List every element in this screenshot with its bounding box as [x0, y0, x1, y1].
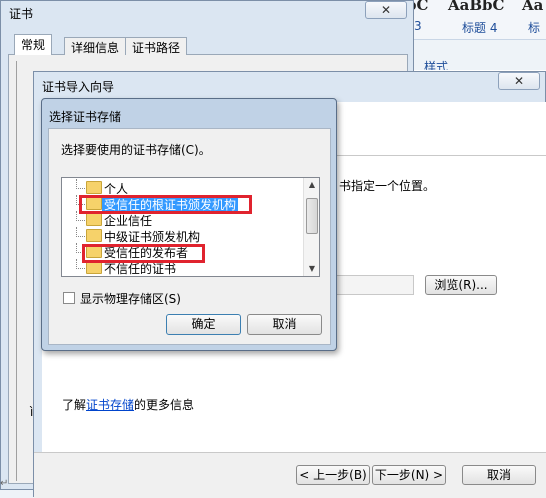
learn-prefix: 了解	[62, 398, 87, 412]
scroll-down-icon[interactable]: ▼	[304, 262, 319, 276]
dialog-prompt: 选择要使用的证书存储(C)。	[61, 143, 211, 157]
close-button[interactable]: ✕	[365, 1, 407, 19]
folder-icon	[86, 229, 102, 242]
tree-item[interactable]: 个人	[62, 179, 300, 196]
tab-cert-path[interactable]: 证书路径	[125, 37, 188, 55]
cert-store-link[interactable]: 证书存储	[86, 398, 134, 412]
back-button[interactable]: < 上一步(B)	[296, 465, 370, 485]
scroll-thumb[interactable]	[306, 198, 318, 234]
window-title: 证书	[9, 7, 34, 21]
return-mark-icon: ↵	[0, 478, 9, 489]
annotation-highlight	[82, 244, 205, 263]
style-name[interactable]: 标	[528, 19, 540, 36]
cancel-button[interactable]: 取消	[247, 314, 322, 335]
tab-details[interactable]: 详细信息	[64, 37, 127, 55]
dialog-body: 选择要使用的证书存储(C)。 个人 受信任的根证书颁发机构 企业信任 中级证书颁…	[48, 128, 331, 345]
style-name[interactable]: 标题 4	[462, 19, 497, 36]
tab-general[interactable]: 常规	[14, 34, 53, 55]
select-store-dialog: 选择证书存储 选择要使用的证书存储(C)。 个人 受信任的根证书颁发机构 企业信…	[41, 98, 337, 351]
wizard-description: 书指定一个位置。	[339, 179, 436, 193]
window-title: 证书导入向导	[42, 80, 115, 94]
folder-icon	[86, 181, 102, 194]
show-physical-checkbox[interactable]	[63, 292, 75, 304]
show-physical-label[interactable]: 显示物理存储区(S)	[80, 290, 181, 307]
close-button[interactable]: ✕	[498, 72, 540, 90]
close-icon: ✕	[513, 74, 525, 88]
close-icon: ✕	[380, 3, 392, 17]
dialog-title: 选择证书存储	[49, 110, 122, 124]
browse-button[interactable]: 浏览(R)...	[425, 275, 497, 295]
folder-icon	[86, 213, 102, 226]
style-preview[interactable]: Aa	[522, 0, 543, 14]
learn-suffix: 的更多信息	[134, 398, 195, 412]
ok-button[interactable]: 确定	[166, 314, 241, 335]
next-button[interactable]: 下一步(N) >	[372, 465, 446, 485]
cancel-button[interactable]: 取消	[462, 465, 536, 485]
store-path-field[interactable]	[332, 275, 414, 295]
scroll-up-icon[interactable]: ▲	[304, 178, 319, 192]
style-preview[interactable]: AaBbC	[448, 0, 504, 14]
annotation-highlight	[79, 195, 252, 214]
wizard-footer: < 上一步(B) 下一步(N) > 取消	[34, 453, 546, 498]
tree-scrollbar[interactable]: ▲ ▼	[303, 178, 319, 276]
tree-item[interactable]: 中级证书颁发机构	[62, 227, 300, 244]
panel-border	[16, 61, 22, 481]
word-ribbon: bC 3 AaBbC 标题 4 Aa 标	[400, 0, 546, 40]
learn-more-text: 了解证书存储的更多信息	[62, 396, 194, 413]
style-name[interactable]: 3	[414, 19, 422, 33]
